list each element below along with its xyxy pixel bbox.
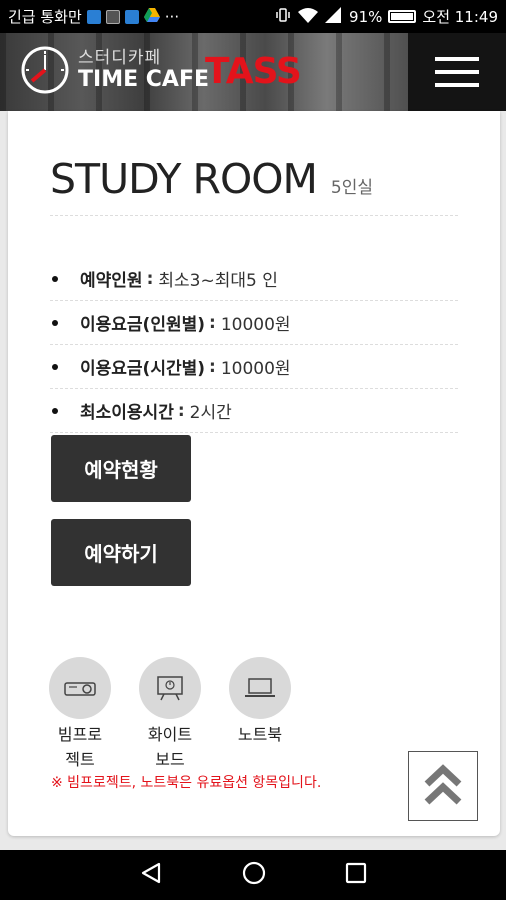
clock-logo-icon: [20, 45, 70, 95]
equipment-label: 노트북: [228, 722, 292, 747]
gallery-notification-icon: [105, 9, 120, 24]
info-fee-per-person: 이용요금(인원별):10000원: [50, 301, 458, 345]
info-label: 예약인원: [80, 271, 143, 291]
info-value: 최소3~최대5 인: [158, 271, 278, 291]
more-notifications-icon: ···: [164, 7, 180, 26]
back-triangle-icon[interactable]: [139, 861, 163, 889]
info-minimum-time: 최소이용시간:2시간: [50, 389, 458, 433]
wifi-icon: [297, 7, 319, 27]
whiteboard-icon: [139, 657, 201, 719]
equipment-whiteboard: 화이트보드: [138, 657, 202, 772]
brand-logo-text[interactable]: TASS: [205, 51, 302, 92]
hamburger-line: [435, 83, 479, 87]
brand-english: TIME CAFE: [78, 67, 210, 92]
paid-option-note: ※ 빔프로젝트, 노트북은 유료옵션 항목입니다.: [51, 775, 322, 791]
info-label: 최소이용시간: [80, 403, 174, 423]
equipment-projector: 빔프로젝트: [48, 657, 112, 772]
info-label: 이용요금(시간별): [80, 359, 206, 379]
laptop-icon: [229, 657, 291, 719]
site-header: 스터디카페 TIME CAFE TASS: [0, 33, 506, 111]
title-divider: [50, 215, 458, 216]
carrier-text: 긴급 통화만: [8, 8, 82, 26]
signal-icon: [325, 6, 343, 27]
equipment-label-line1: 빔프로: [57, 725, 103, 744]
battery-icon: [388, 10, 417, 23]
make-reservation-button[interactable]: 예약하기: [51, 519, 191, 586]
room-detail-card: STUDY ROOM 5인실 예약인원: 최소3~최대5 인 이용요금(인원별):…: [8, 111, 500, 836]
info-separator: :: [209, 356, 216, 377]
double-chevron-up-icon: [424, 764, 462, 805]
equipment-label-line2: 젝트: [65, 750, 95, 769]
equipment-label-line1: 노트북: [237, 725, 283, 744]
app-notification-icon: [86, 9, 101, 24]
equipment-laptop: 노트북: [228, 657, 292, 747]
hamburger-line: [435, 70, 479, 74]
info-separator: :: [146, 268, 154, 289]
scroll-to-top-button[interactable]: [408, 751, 478, 821]
store-notification-icon: [124, 9, 139, 24]
hamburger-menu-button[interactable]: [408, 33, 506, 111]
clock-time: 오전 11:49: [422, 8, 498, 26]
equipment-label: 화이트보드: [138, 722, 202, 772]
room-info-list: 예약인원: 최소3~최대5 인 이용요금(인원별):10000원 이용요금(시간별…: [50, 257, 458, 433]
info-value: 2시간: [189, 403, 232, 423]
info-value: 10000원: [220, 359, 291, 379]
info-value: 10000원: [220, 315, 291, 335]
room-title-row: STUDY ROOM 5인실: [50, 155, 373, 203]
projector-icon: [49, 657, 111, 719]
android-nav-bar: [0, 850, 506, 900]
info-separator: :: [209, 312, 216, 333]
room-capacity: 5인실: [330, 178, 373, 198]
hamburger-icon: [435, 57, 479, 61]
status-bar: 긴급 통화만 ··· 91% 오전 11:49: [0, 0, 506, 33]
reservation-status-button[interactable]: 예약현황: [51, 435, 191, 502]
equipment-label-line1: 화이트: [147, 725, 193, 744]
room-title: STUDY ROOM: [50, 155, 318, 203]
equipment-label-line2: 보드: [155, 750, 185, 769]
info-separator: :: [177, 400, 185, 421]
info-label: 이용요금(인원별): [80, 315, 206, 335]
battery-percent: 91%: [349, 7, 383, 26]
info-fee-per-hour: 이용요금(시간별):10000원: [50, 345, 458, 389]
drive-notification-icon: [143, 7, 160, 26]
home-circle-icon[interactable]: [241, 860, 267, 890]
equipment-label: 빔프로젝트: [48, 722, 112, 772]
vibrate-icon: [275, 7, 291, 27]
recent-square-icon[interactable]: [345, 862, 367, 888]
brand-korean: 스터디카페: [78, 48, 162, 68]
info-reservation-people: 예약인원: 최소3~최대5 인: [50, 257, 458, 301]
